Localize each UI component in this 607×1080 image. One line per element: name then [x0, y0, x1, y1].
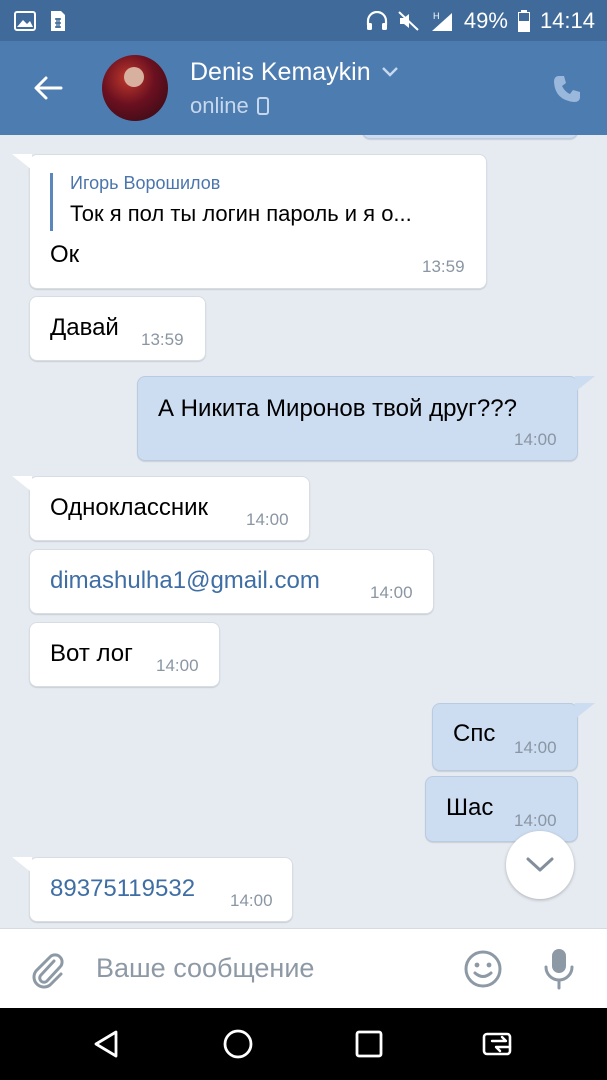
message-time: 13:59 [141, 330, 184, 349]
scroll-to-bottom-button[interactable] [506, 831, 574, 899]
message-bubble-in[interactable]: Вот лог 14:00 [29, 622, 220, 687]
square-recents-icon [355, 1030, 383, 1058]
message-time: 14:00 [370, 583, 413, 602]
message-text: Одноклассник [50, 494, 209, 521]
gallery-notification-icon [14, 10, 36, 31]
mobile-device-icon [256, 96, 269, 115]
circle-home-icon [223, 1029, 253, 1059]
message-text: Спс [453, 720, 496, 747]
paperclip-icon [32, 952, 64, 988]
nav-home-button[interactable] [208, 1014, 268, 1074]
message-time: 14:00 [514, 430, 557, 449]
nav-back-button[interactable] [76, 1014, 136, 1074]
message-bubble-in[interactable]: 89375119532 14:00 [29, 857, 293, 922]
message-bubble-in[interactable]: dimashulha1@gmail.com 14:00 [29, 549, 434, 614]
bubble-tail-in [12, 857, 32, 873]
nav-recents-button[interactable] [339, 1014, 399, 1074]
battery-icon [517, 9, 530, 32]
triangle-back-icon [94, 1030, 118, 1058]
smiley-icon [464, 950, 502, 987]
battery-percent: 49% [463, 7, 508, 33]
message-time: 14:00 [246, 510, 289, 529]
mute-icon [398, 10, 420, 31]
email-link[interactable]: dimashulha1@gmail.com [50, 567, 320, 595]
reply-quote-bar [50, 173, 53, 231]
bubble-tail-in [12, 476, 32, 492]
emoji-button[interactable] [455, 929, 511, 1009]
message-bubble-in[interactable]: Игорь Ворошилов Ток я пол ты логин парол… [29, 154, 487, 289]
message-bubble-out[interactable]: Спс 14:00 [432, 703, 578, 771]
attach-button[interactable] [0, 929, 96, 1009]
message-text: Давай [50, 314, 119, 341]
bubble-tail-in [12, 154, 32, 170]
phone-icon [554, 76, 580, 102]
voice-message-button[interactable] [531, 929, 587, 1009]
signal-icon: H [430, 10, 454, 32]
contact-status: online [190, 92, 249, 118]
nav-switch-app-button[interactable] [471, 1014, 531, 1074]
status-bar: H 49% 14:14 [0, 0, 607, 41]
reply-author: Игорь Ворошилов [70, 173, 221, 193]
sim-card-icon [50, 10, 66, 32]
contact-name: Denis Kemaykin [190, 57, 371, 86]
phone-number-link[interactable]: 89375119532 [50, 875, 195, 903]
message-time: 14:00 [514, 811, 557, 830]
system-navigation-bar [0, 1008, 607, 1080]
message-text: Ок [50, 241, 80, 268]
call-button[interactable] [549, 71, 585, 107]
message-input[interactable] [96, 938, 455, 999]
bubble-tail-out [575, 703, 595, 719]
message-time: 13:59 [422, 257, 465, 276]
message-text: Шас [446, 794, 494, 821]
chevron-down-icon [526, 857, 554, 872]
message-bubble-out[interactable]: А Никита Миронов твой друг??? 14:00 [137, 376, 578, 461]
headphones-icon [366, 10, 388, 31]
chevron-down-icon [381, 67, 398, 77]
message-bubble-in[interactable]: Одноклассник 14:00 [29, 476, 310, 541]
message-time: 14:00 [230, 891, 273, 910]
message-time: 14:00 [514, 738, 557, 757]
switch-apps-icon [482, 1032, 512, 1056]
message-bubble-out[interactable]: Шас 14:00 [425, 776, 578, 842]
contact-info[interactable]: Denis Kemaykin online [190, 58, 399, 119]
message-time: 14:00 [156, 656, 199, 675]
bubble-tail-out [575, 376, 595, 392]
back-arrow-icon [34, 76, 63, 100]
message-bubble-partial [362, 135, 578, 139]
message-text: А Никита Миронов твой друг??? [158, 395, 517, 422]
message-list[interactable]: Игорь Ворошилов Ток я пол ты логин парол… [0, 135, 607, 928]
svg-text:H: H [433, 11, 440, 21]
avatar[interactable] [102, 55, 168, 121]
back-button[interactable] [0, 41, 96, 135]
message-text: Вот лог [50, 640, 133, 667]
chat-header: Denis Kemaykin online [0, 41, 607, 135]
message-composer [0, 928, 607, 1008]
message-bubble-in[interactable]: Давай 13:59 [29, 296, 206, 361]
microphone-icon [544, 948, 574, 989]
clock: 14:14 [539, 7, 595, 33]
reply-text: Ток я пол ты логин пароль и я о... [70, 201, 412, 226]
